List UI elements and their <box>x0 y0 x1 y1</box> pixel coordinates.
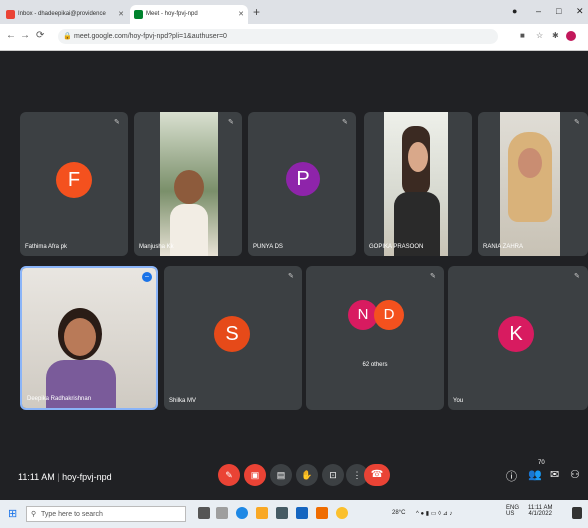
gmail-icon <box>6 10 15 19</box>
store-icon[interactable] <box>276 507 288 519</box>
notification-icon[interactable] <box>572 507 582 519</box>
mic-toggle-button[interactable]: ✎ <box>218 464 240 486</box>
chat-icon[interactable]: ✉ <box>550 468 559 481</box>
raise-hand-button[interactable]: ✋ <box>296 464 318 486</box>
language-indicator[interactable]: ENG US <box>506 505 519 517</box>
taskbar-search-input[interactable]: ⚲ Type here to search <box>26 506 186 522</box>
widgets-icon[interactable] <box>216 507 228 519</box>
record-indicator-icon: ● <box>512 6 518 16</box>
forward-button[interactable]: → <box>20 30 30 41</box>
back-button[interactable]: ← <box>6 30 16 41</box>
clock-date: 4/1/2022 <box>528 511 552 517</box>
participant-name: Fathima Afra pk <box>25 244 68 250</box>
windows-taskbar: ⊞ ⚲ Type here to search 28°C ^ ● ▮ ▭ ◊ ⊿… <box>0 500 588 528</box>
activities-icon[interactable]: ⚇ <box>570 468 580 481</box>
participant-tile[interactable]: ✎ Manjusha Kk <box>134 112 242 256</box>
present-button[interactable]: ⊡ <box>322 464 344 486</box>
file-explorer-icon[interactable] <box>256 507 268 519</box>
participant-tile[interactable]: GOPIKA PRASOON <box>364 112 472 256</box>
close-tab-icon[interactable]: ✕ <box>118 5 124 24</box>
profile-avatar[interactable] <box>566 31 576 41</box>
mic-off-icon: ✎ <box>342 119 348 126</box>
participant-tile-active[interactable]: – Deepika Radhakrishnan <box>20 266 158 410</box>
captions-button[interactable]: ▤ <box>270 464 292 486</box>
windows-start-icon[interactable]: ⊞ <box>8 507 17 520</box>
participant-tile[interactable]: ✎ RANIA ZAHRA <box>478 112 588 256</box>
taskbar-clock[interactable]: 11:11 AM 4/1/2022 <box>528 505 552 517</box>
avatar: K <box>498 316 534 352</box>
mic-off-icon: ✎ <box>574 119 580 126</box>
participant-video <box>384 112 448 256</box>
camera-indicator-icon[interactable]: ■ <box>520 31 525 40</box>
others-tile[interactable]: ✎ N D 62 others <box>306 266 444 410</box>
maximize-button[interactable]: □ <box>556 6 561 16</box>
meeting-details-icon[interactable]: ⓘ <box>506 468 517 484</box>
participant-count-badge: 70 <box>538 460 545 466</box>
participant-tile[interactable]: ✎ S Shilka MV <box>164 266 302 410</box>
participant-name: PUNYA DS <box>253 244 283 250</box>
participant-name: Manjusha Kk <box>139 244 174 250</box>
participant-tile[interactable]: ✎ F Fathima Afra pk <box>20 112 128 256</box>
tab-label: Meet - hoy-fpvj-npd <box>146 11 198 17</box>
tab-label: Inbox - dhadeepikai@providence <box>18 11 106 17</box>
search-placeholder: Type here to search <box>41 511 103 518</box>
speaking-indicator-icon: – <box>142 272 152 282</box>
meeting-code: hoy-fpvj-npd <box>62 472 112 482</box>
participant-name: Shilka MV <box>169 398 197 404</box>
close-tab-icon[interactable]: ✕ <box>238 5 244 24</box>
edge-icon[interactable] <box>236 507 248 519</box>
mic-off-icon: ✎ <box>288 273 294 280</box>
mic-off-icon: ✎ <box>114 119 120 126</box>
mic-off-icon: ✎ <box>430 273 436 280</box>
office-icon[interactable] <box>316 507 328 519</box>
participant-video <box>160 112 218 256</box>
avatar: F <box>56 162 92 198</box>
avatar: D <box>374 300 404 330</box>
others-count: 62 others <box>362 362 388 368</box>
mic-off-icon: ✎ <box>228 119 234 126</box>
participant-name: RANIA ZAHRA <box>483 244 524 250</box>
bookmark-star-icon[interactable]: ☆ <box>536 31 543 40</box>
mic-off-icon: ✎ <box>574 273 580 280</box>
meeting-controls-bar: 11:11 AM | hoy-fpvj-npd ✎ ▣ ▤ ✋ ⊡ ⋮ ☎ ⓘ … <box>0 452 588 500</box>
lock-icon: 🔒 <box>63 33 72 40</box>
search-icon: ⚲ <box>31 511 37 518</box>
participant-video <box>500 112 560 256</box>
browser-tab-strip: Inbox - dhadeepikai@providence ✕ Meet - … <box>0 0 588 24</box>
close-window-button[interactable]: ✕ <box>576 6 584 17</box>
minimize-button[interactable]: – <box>536 6 541 16</box>
meeting-info: 11:11 AM | hoy-fpvj-npd <box>18 472 112 482</box>
weather-text[interactable]: 28°C <box>392 510 405 516</box>
url-input[interactable]: 🔒 meet.google.com/hoy-fpvj-npd?pli=1&aut… <box>58 29 498 44</box>
tab-meet[interactable]: Meet - hoy-fpvj-npd ✕ <box>130 5 248 24</box>
meeting-time: 11:11 AM <box>18 472 55 482</box>
region-text: US <box>506 511 515 517</box>
people-icon[interactable]: 👥 <box>528 468 542 481</box>
mail-icon[interactable] <box>296 507 308 519</box>
meet-icon <box>134 10 143 19</box>
chrome-icon[interactable] <box>336 507 348 519</box>
participant-name: GOPIKA PRASOON <box>369 244 424 250</box>
self-tile[interactable]: ✎ K You <box>448 266 588 410</box>
tray-icons[interactable]: ^ ● ▮ ▭ ◊ ⊿ ♪ <box>416 510 452 517</box>
participant-name: You <box>453 398 464 404</box>
avatar: S <box>214 316 250 352</box>
avatar: P <box>286 162 320 196</box>
end-call-button[interactable]: ☎ <box>364 464 390 486</box>
participant-name: Deepika Radhakrishnan <box>27 396 92 402</box>
extensions-icon[interactable]: ✱ <box>552 31 559 40</box>
camera-toggle-button[interactable]: ▣ <box>244 464 266 486</box>
participant-tile[interactable]: ✎ P PUNYA DS <box>248 112 356 256</box>
tab-gmail[interactable]: Inbox - dhadeepikai@providence ✕ <box>2 5 128 24</box>
reload-button[interactable]: ⟳ <box>36 30 44 41</box>
participant-video <box>22 268 156 408</box>
task-view-icon[interactable] <box>198 507 210 519</box>
new-tab-button[interactable]: + <box>253 5 260 19</box>
address-bar-row: ← → ⟳ 🔒 meet.google.com/hoy-fpvj-npd?pli… <box>0 24 588 51</box>
url-text: meet.google.com/hoy-fpvj-npd?pli=1&authu… <box>74 33 227 40</box>
